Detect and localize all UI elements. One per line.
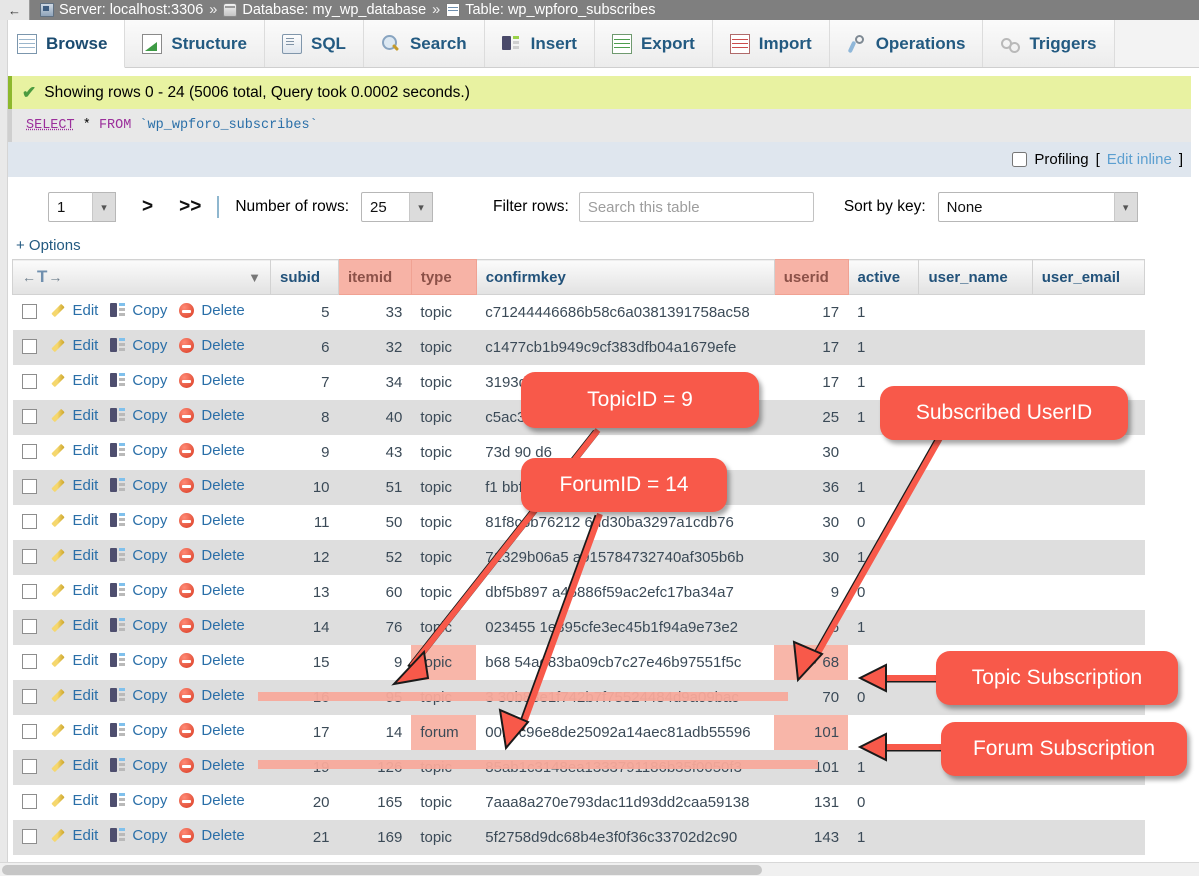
- annotation-topic-subscription: Topic Subscription: [936, 651, 1178, 705]
- annotation-subscribed-userid: Subscribed UserID: [880, 386, 1128, 440]
- annotation-forum-subscription: Forum Subscription: [941, 722, 1187, 776]
- annotation-topic-id: TopicID = 9: [521, 372, 759, 428]
- annotation-forum-id: ForumID = 14: [521, 458, 727, 512]
